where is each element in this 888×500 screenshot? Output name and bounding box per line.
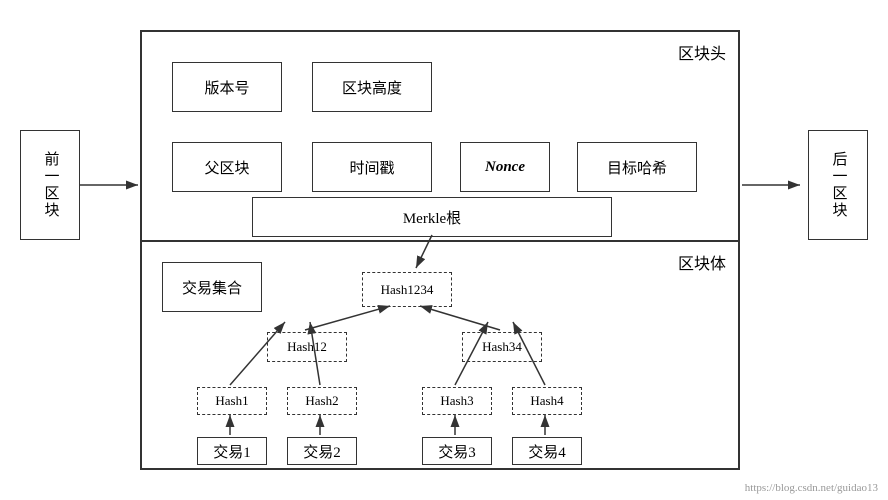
hash12-box: Hash12: [267, 332, 347, 362]
hash3-label: Hash3: [440, 393, 473, 409]
nonce-box: Nonce: [460, 142, 550, 192]
prev-block: 前一区块: [20, 130, 80, 240]
diagram: 前一区块 后一区块 区块头 版本号 区块高度 父区块 时间戳 Nonce: [0, 0, 888, 500]
hash12-label: Hash12: [287, 339, 327, 355]
version-box: 版本号: [172, 62, 282, 112]
tx1-box: 交易1: [197, 437, 267, 465]
tx2-box: 交易2: [287, 437, 357, 465]
next-block-label: 后一区块: [828, 151, 849, 219]
height-label: 区块高度: [342, 77, 402, 98]
block-body-label: 区块体: [678, 250, 726, 274]
watermark: https://blog.csdn.net/guidao13: [745, 482, 878, 494]
tx4-label: 交易4: [528, 441, 566, 462]
parent-box: 父区块: [172, 142, 282, 192]
tx3-box: 交易3: [422, 437, 492, 465]
hash34-label: Hash34: [482, 339, 522, 355]
target-box: 目标哈希: [577, 142, 697, 192]
txset-label: 交易集合: [182, 277, 242, 298]
nonce-label: Nonce: [485, 159, 525, 176]
main-block: 区块头 版本号 区块高度 父区块 时间戳 Nonce 目标哈希 Merkle根: [140, 30, 740, 470]
block-header: 区块头 版本号 区块高度 父区块 时间戳 Nonce 目标哈希 Merkle根: [142, 32, 738, 242]
next-block: 后一区块: [808, 130, 868, 240]
hash1234-label: Hash1234: [381, 282, 434, 298]
merkle-box: Merkle根: [252, 197, 612, 237]
tx3-label: 交易3: [438, 441, 476, 462]
timestamp-box: 时间戳: [312, 142, 432, 192]
hash1-box: Hash1: [197, 387, 267, 415]
tx2-label: 交易2: [303, 441, 341, 462]
hash2-box: Hash2: [287, 387, 357, 415]
version-label: 版本号: [204, 77, 249, 98]
timestamp-label: 时间戳: [349, 157, 394, 178]
watermark-text: https://blog.csdn.net/guidao13: [745, 482, 878, 494]
block-header-label: 区块头: [678, 40, 726, 64]
prev-block-label: 前一区块: [40, 151, 61, 219]
hash4-box: Hash4: [512, 387, 582, 415]
height-box: 区块高度: [312, 62, 432, 112]
hash1-label: Hash1: [215, 393, 248, 409]
hash2-label: Hash2: [305, 393, 338, 409]
target-label: 目标哈希: [607, 157, 667, 178]
txset-box: 交易集合: [162, 262, 262, 312]
tx4-box: 交易4: [512, 437, 582, 465]
hash1234-box: Hash1234: [362, 272, 452, 307]
tx1-label: 交易1: [213, 441, 251, 462]
hash4-label: Hash4: [530, 393, 563, 409]
block-body: 区块体 交易集合 Hash1234 Hash12 Hash34 Hash1 Ha…: [142, 242, 738, 472]
hash3-box: Hash3: [422, 387, 492, 415]
merkle-label: Merkle根: [403, 207, 461, 228]
hash34-box: Hash34: [462, 332, 542, 362]
parent-label: 父区块: [204, 157, 249, 178]
